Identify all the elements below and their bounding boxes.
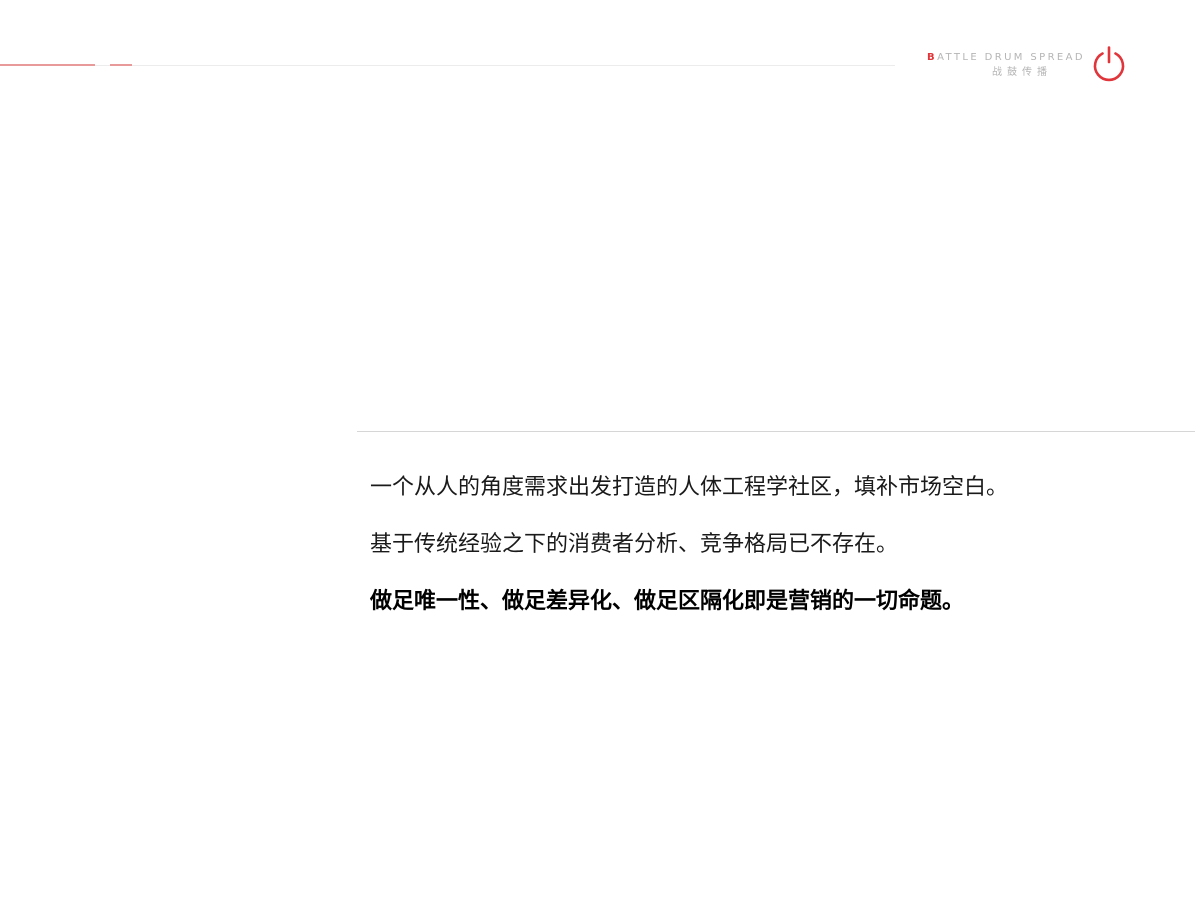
content-divider [357, 431, 1195, 432]
header-accent-dash [110, 64, 132, 66]
brand-english-rest: ATTLE DRUM SPREAD [937, 52, 1085, 63]
header-divider [0, 65, 895, 66]
content-line-1: 一个从人的角度需求出发打造的人体工程学社区，填补市场空白。 [370, 475, 1009, 500]
content-line-3-emphasis: 做足唯一性、做足差异化、做足区隔化即是营销的一切命题。 [370, 589, 965, 614]
header-accent-bar [0, 64, 95, 66]
slide: BATTLE DRUM SPREAD 战鼓传播 一个从人的角度需求出发打造的人体… [0, 0, 1200, 900]
brand-initial: B [927, 52, 938, 63]
content-text-block: 一个从人的角度需求出发打造的人体工程学社区，填补市场空白。 基于传统经验之下的消… [370, 470, 1180, 620]
brand-english-name: BATTLE DRUM SPREAD [927, 52, 1085, 64]
content-line-2: 基于传统经验之下的消费者分析、竞争格局已不存在。 [370, 532, 899, 557]
brand-chinese-name: 战鼓传播 [992, 67, 1052, 78]
brand-logo-text: BATTLE DRUM SPREAD 战鼓传播 [927, 52, 1085, 80]
power-icon [1093, 46, 1125, 82]
